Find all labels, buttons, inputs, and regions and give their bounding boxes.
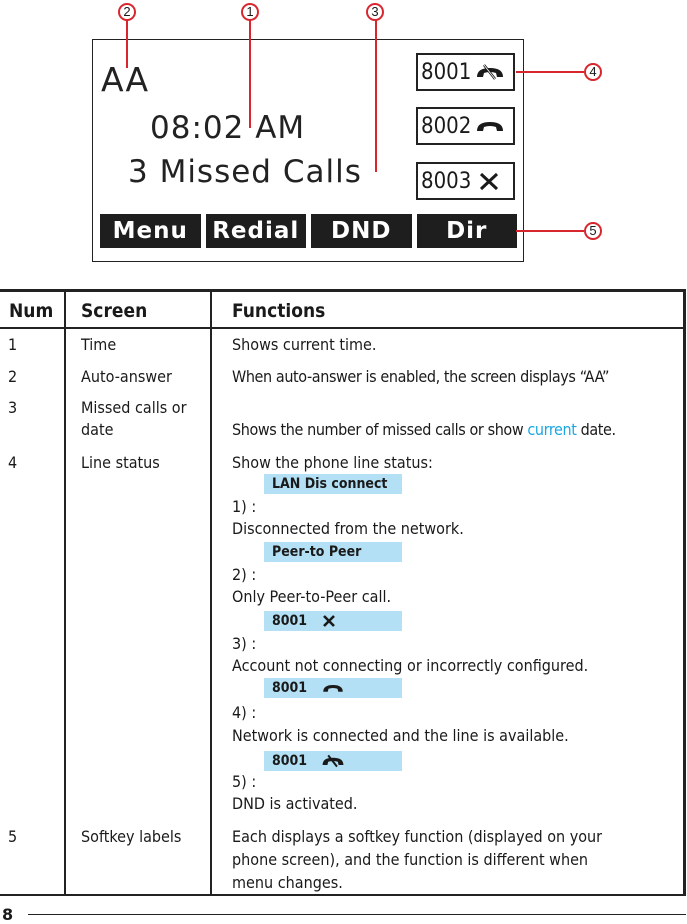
callout-5: 5 (584, 222, 602, 240)
row-1-function: Shows current time. (232, 335, 377, 354)
status-label: 4) : (232, 703, 257, 722)
missed-calls-display: 3 Missed Calls (128, 154, 362, 190)
row-4-function-intro: Show the phone line status: (232, 453, 433, 472)
column-divider (210, 292, 212, 894)
phone-screen-diagram: AA 08:02 AM 3 Missed Calls 8001 8002 800… (0, 0, 687, 270)
row-3-screen-line1: Missed calls or (81, 398, 187, 417)
softkey-dnd[interactable]: DND (311, 214, 412, 248)
callout-line-2 (126, 20, 128, 68)
row-1-num: 1 (8, 335, 18, 354)
page-number: 8 (2, 905, 14, 924)
header-divider (0, 327, 683, 329)
line-number: 8003 (421, 168, 472, 194)
status-description: Disconnected from the network. (232, 519, 464, 538)
x-icon (480, 172, 499, 191)
row-4-screen: Line status (81, 453, 160, 472)
header-functions: Functions (232, 300, 326, 322)
status-description: Only Peer-to-Peer call. (232, 587, 392, 606)
callout-line-5 (516, 230, 584, 232)
callout-2: 2 (118, 3, 136, 21)
callout-line-1 (249, 20, 251, 128)
row-3-function: Shows the number of missed calls or show… (232, 419, 616, 441)
status-description: Account not connecting or incorrectly co… (232, 656, 589, 675)
row-5-num: 5 (8, 827, 18, 846)
row-3-function-text: Shows the number of missed calls or show (232, 420, 528, 439)
status-description: DND is activated. (232, 794, 358, 813)
row-2-screen: Auto-answer (81, 367, 172, 386)
line-status-8003: 8003 (416, 162, 515, 200)
status-chip-text: 8001 (272, 753, 308, 769)
softkey-bar: Menu Redial DND Dir (100, 214, 517, 248)
status-label: 5) : (232, 772, 257, 791)
row-2-function: When auto-answer is enabled, the screen … (232, 367, 610, 386)
line-status-8002: 8002 (416, 107, 515, 145)
header-num: Num (9, 300, 54, 322)
row-5-screen: Softkey labels (81, 827, 182, 846)
callout-3: 3 (366, 3, 384, 21)
status-chip-lan-disconnect: LAN Dis connect (264, 474, 402, 494)
row-5-function-line1: Each displays a softkey function (displa… (232, 827, 603, 846)
status-chip-text: 8001 (272, 613, 308, 629)
status-chip-account-error: 8001 (264, 611, 402, 631)
status-chip-peer-to-peer: Peer-to Peer (264, 542, 402, 562)
row-4-num: 4 (8, 453, 18, 472)
handset-icon (323, 685, 343, 692)
dnd-phone-icon (322, 754, 344, 768)
callout-1: 1 (241, 3, 259, 21)
status-label: 1) : (232, 497, 257, 516)
status-chip-dnd: 8001 (264, 751, 402, 771)
x-icon (323, 615, 335, 627)
callout-4: 4 (584, 63, 602, 81)
row-3-num: 3 (8, 398, 18, 417)
row-1-screen: Time (81, 335, 117, 354)
softkey-redial[interactable]: Redial (205, 214, 306, 248)
softkey-menu[interactable]: Menu (100, 214, 201, 248)
status-chip-available: 8001 (264, 678, 402, 698)
column-divider (64, 292, 66, 894)
status-label: 3) : (232, 634, 257, 653)
status-description: Network is connected and the line is ava… (232, 726, 569, 745)
time-display: 08:02 AM (150, 110, 306, 146)
line-number: 8002 (421, 113, 472, 139)
dnd-phone-icon (477, 64, 504, 80)
softkey-dir[interactable]: Dir (416, 214, 517, 248)
callout-line-3 (375, 20, 377, 172)
handset-icon (477, 122, 504, 131)
status-chip-text: 8001 (272, 680, 308, 696)
row-2-num: 2 (8, 367, 18, 386)
footer-rule (28, 914, 686, 915)
row-3-function-text-end: date. (576, 420, 616, 439)
line-status-8001: 8001 (416, 53, 515, 91)
row-5-function-line3: menu changes. (232, 873, 343, 892)
current-link[interactable]: current (527, 420, 576, 439)
status-chip-text: LAN Dis connect (272, 476, 388, 492)
callout-line-4 (516, 71, 584, 73)
status-label: 2) : (232, 565, 257, 584)
line-number: 8001 (421, 59, 472, 85)
row-3-screen-line2: date (81, 420, 114, 439)
status-chip-text: Peer-to Peer (272, 544, 362, 560)
header-screen: Screen (81, 300, 148, 322)
row-5-function-line2: phone screen), and the function is diffe… (232, 850, 589, 869)
